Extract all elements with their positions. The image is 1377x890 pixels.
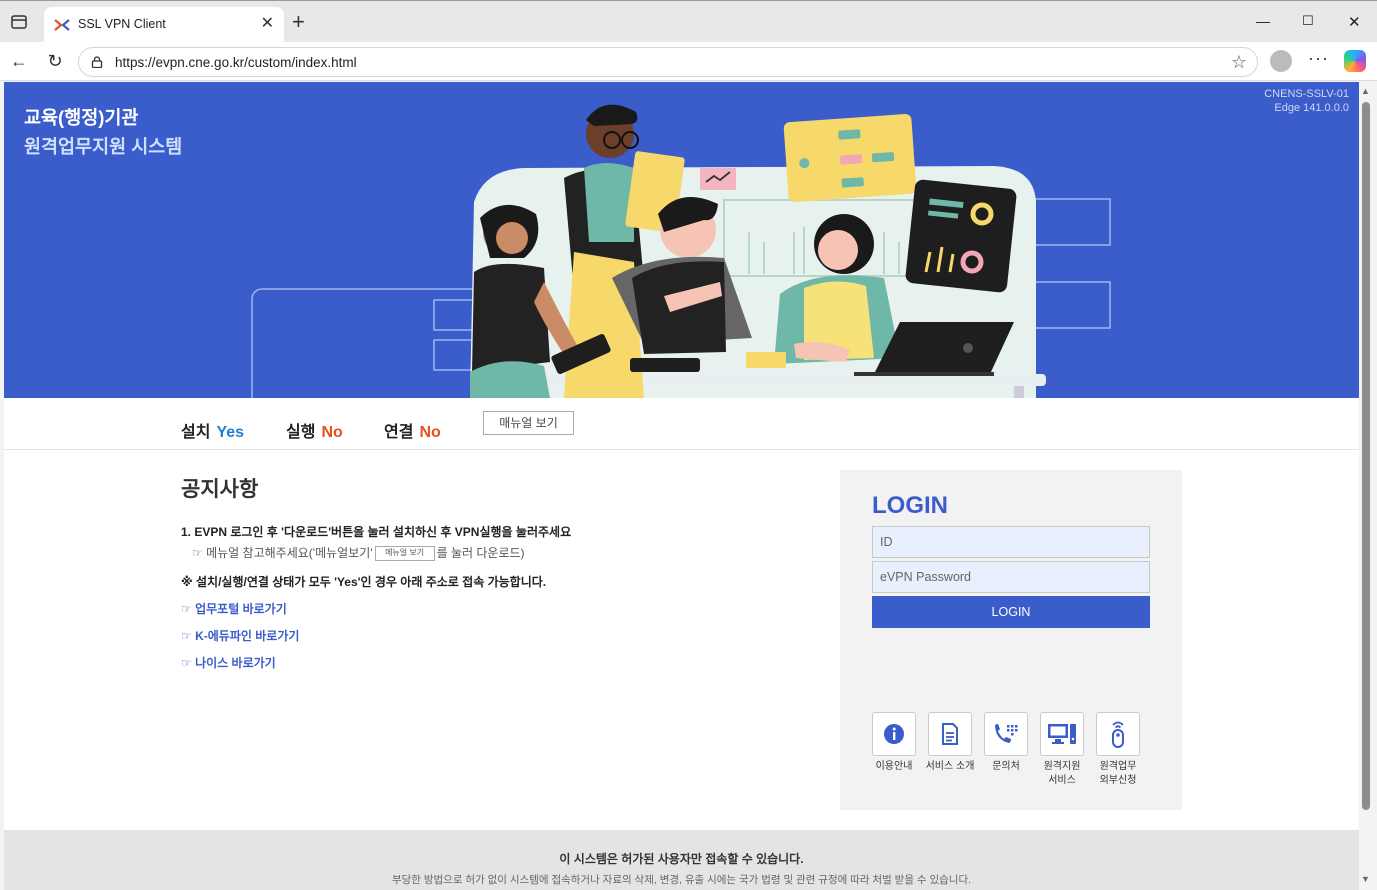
run-label: 실행 bbox=[286, 424, 316, 441]
manual-view-button[interactable]: 매뉴얼 보기 bbox=[483, 411, 574, 435]
run-status: 실행 No bbox=[286, 418, 343, 442]
work-portal-link[interactable]: ☞ 업무포털 바로가기 bbox=[181, 600, 287, 617]
remote-support-button[interactable]: 원격지원 서비스 bbox=[1040, 712, 1084, 788]
vpn-favicon-icon bbox=[54, 19, 70, 31]
usage-guide-label: 이용안내 bbox=[875, 761, 913, 772]
notice-sub-prefix: ☞ 메뉴얼 참고해주세요('메뉴얼보기' bbox=[192, 546, 373, 560]
notice-item-1: 1. EVPN 로그인 후 '다운로드'버튼을 눌러 설치하신 후 VPN실행을… bbox=[181, 525, 572, 539]
external-request-label: 원격업무 외부신청 bbox=[1099, 761, 1137, 786]
more-options-icon[interactable]: ··· bbox=[1308, 48, 1329, 69]
notice-title: 공지사항 bbox=[181, 478, 259, 501]
remote-support-label: 원격지원 서비스 bbox=[1043, 761, 1081, 786]
footer: 이 시스템은 허가된 사용자만 접속할 수 있습니다. 부당한 방법으로 허가 … bbox=[4, 830, 1359, 890]
k-edufine-link[interactable]: ☞ K-에듀파인 바로가기 bbox=[181, 627, 299, 644]
neis-link[interactable]: ☞ 나이스 바로가기 bbox=[181, 654, 276, 671]
install-status: 설치 Yes bbox=[181, 418, 244, 442]
login-button[interactable]: LOGIN bbox=[872, 596, 1150, 628]
browser-version: Edge 141.0.0.0 bbox=[1274, 102, 1349, 114]
page-viewport: 교육(행정)기관 원격업무지원 시스템 CNENS-SSLV-01 Edge 1… bbox=[4, 82, 1359, 890]
scrollbar-thumb[interactable] bbox=[1362, 102, 1370, 810]
url-field[interactable]: https://evpn.cne.go.kr/custom/index.html… bbox=[78, 47, 1258, 77]
remote-icon bbox=[1112, 721, 1124, 748]
hero-illustration bbox=[251, 104, 1111, 398]
hero-banner: 교육(행정)기관 원격업무지원 시스템 CNENS-SSLV-01 Edge 1… bbox=[4, 82, 1359, 398]
maximize-icon[interactable]: ☐ bbox=[1302, 13, 1314, 29]
vertical-scrollbar[interactable]: ▲ ▼ bbox=[1359, 82, 1373, 890]
browser-tab-bar: SSL VPN Client ✕ + — ☐ ✕ bbox=[0, 0, 1377, 43]
address-bar: ← ↻ https://evpn.cne.go.kr/custom/index.… bbox=[0, 42, 1377, 81]
connect-status: 연결 No bbox=[384, 418, 441, 442]
status-bar: 설치 Yes 실행 No 연결 No 매뉴얼 보기 bbox=[4, 398, 1359, 450]
usage-guide-button[interactable]: 이용안내 bbox=[872, 712, 916, 774]
server-name: CNENS-SSLV-01 bbox=[1264, 88, 1349, 100]
footer-warning-title: 이 시스템은 허가된 사용자만 접속할 수 있습니다. bbox=[559, 852, 804, 866]
footer-warning-text: 부당한 방법으로 허가 없이 시스템에 접속하거나 자료의 삭제, 변경, 유출… bbox=[391, 874, 972, 886]
id-input[interactable]: ID bbox=[872, 526, 1150, 558]
inline-manual-button: 메뉴얼 보기 bbox=[374, 546, 435, 562]
install-value: Yes bbox=[216, 424, 245, 441]
lock-icon[interactable] bbox=[91, 56, 103, 68]
service-intro-label: 서비스 소개 bbox=[925, 761, 975, 772]
document-icon bbox=[942, 723, 958, 745]
external-request-button[interactable]: 원격업무 외부신청 bbox=[1096, 712, 1140, 788]
connect-label: 연결 bbox=[384, 424, 414, 441]
favorite-star-icon[interactable]: ☆ bbox=[1231, 52, 1247, 73]
notice-item-1-sub: ☞ 메뉴얼 참고해주세요('메뉴얼보기' 메뉴얼 보기 를 눌러 다운로드) bbox=[192, 544, 525, 562]
notice-sub-suffix: 를 눌러 다운로드) bbox=[436, 546, 525, 560]
url-text: https://evpn.cne.go.kr/custom/index.html bbox=[115, 55, 357, 70]
copilot-icon[interactable] bbox=[1344, 50, 1366, 72]
run-value: No bbox=[321, 424, 343, 441]
service-intro-button[interactable]: 서비스 소개 bbox=[926, 712, 974, 774]
minimize-icon[interactable]: — bbox=[1256, 13, 1270, 29]
contact-button[interactable]: 문의처 bbox=[984, 712, 1028, 774]
install-label: 설치 bbox=[181, 424, 211, 441]
login-panel: LOGIN ID eVPN Password LOGIN 이용안내 서비스 소개… bbox=[840, 470, 1182, 810]
refresh-icon[interactable]: ↻ bbox=[45, 51, 65, 71]
version-info: CNENS-SSLV-01 Edge 141.0.0.0 bbox=[1264, 87, 1349, 115]
scroll-down-icon[interactable]: ▼ bbox=[1361, 874, 1370, 884]
monitor-icon bbox=[1048, 724, 1076, 744]
back-icon[interactable]: ← bbox=[9, 51, 29, 71]
hero-title-line2: 원격업무지원 시스템 bbox=[24, 136, 183, 157]
tab-close-icon[interactable]: ✕ bbox=[261, 16, 274, 32]
tab-actions-icon[interactable] bbox=[10, 13, 28, 31]
contact-label: 문의처 bbox=[992, 761, 1020, 772]
notice-item-2: ※ 설치/실행/연결 상태가 모두 'Yes'인 경우 아래 주소로 접속 가능… bbox=[181, 575, 547, 589]
phone-icon bbox=[995, 724, 1018, 743]
profile-avatar[interactable] bbox=[1270, 50, 1292, 72]
info-icon bbox=[884, 724, 904, 744]
new-tab-icon[interactable]: + bbox=[292, 11, 305, 33]
scroll-up-icon[interactable]: ▲ bbox=[1361, 86, 1370, 96]
browser-tab[interactable]: SSL VPN Client ✕ bbox=[44, 7, 284, 43]
tab-title: SSL VPN Client bbox=[78, 17, 166, 31]
password-input[interactable]: eVPN Password bbox=[872, 561, 1150, 593]
window-close-icon[interactable]: ✕ bbox=[1348, 13, 1361, 31]
login-title: LOGIN bbox=[872, 492, 948, 519]
hero-title-line1: 교육(행정)기관 bbox=[24, 107, 139, 128]
connect-value: No bbox=[419, 424, 441, 441]
